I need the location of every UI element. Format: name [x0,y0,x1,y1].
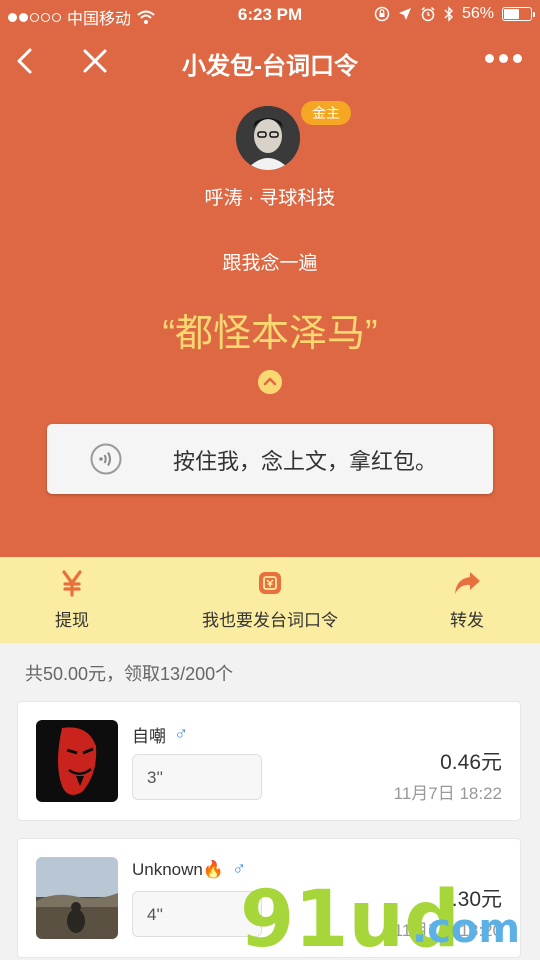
bluetooth-icon [444,6,453,22]
location-icon [398,8,411,20]
hold-to-speak-button[interactable]: 按住我，念上文，拿红包。 [47,424,493,494]
share-label: 转发 [450,611,484,630]
voice-length: 3'' [147,768,163,787]
voice-icon [90,443,122,475]
screen: 中国移动 6:23 PM 56% 小发包-台词口令 金主 呼涛 · 寻球科技 跟… [0,0,540,960]
battery-icon [502,7,535,21]
chevron-up-icon[interactable] [258,370,282,394]
battery-percent: 56% [461,5,494,22]
voice-length: 4'' [147,905,163,924]
male-icon: ♂ [174,723,189,745]
instruction-text: 跟我念一遍 [222,253,318,274]
red-packet-icon [259,572,281,594]
author-name: 呼涛 · 寻球科技 [204,188,336,209]
summary-text: 共50.00元，领取13/200个 [25,664,234,684]
passphrase-text: “都怪本泽马” [162,313,378,355]
watermark-logo: 91ud .com [240,880,540,960]
withdraw-label: 提现 [55,611,89,630]
status-bar: 中国移动 6:23 PM 56% [0,0,540,30]
yen-icon [62,570,82,597]
author-avatar[interactable] [236,106,300,170]
user-name-text: Unknown🔥 [132,860,225,879]
alarm-icon [421,6,435,22]
nav-bar: 小发包-台词口令 [0,36,540,86]
watermark-suffix: .com [412,906,521,952]
user-name: 自嘲 ♂ [132,722,188,747]
header-area: 中国移动 6:23 PM 56% 小发包-台词口令 金主 呼涛 · 寻球科技 跟… [0,0,540,557]
claim-record: 自嘲 ♂ 3'' 0.46元 11月7日 18:22 [17,701,521,821]
withdraw-button[interactable]: 提现 [22,557,122,643]
user-avatar[interactable] [36,857,118,939]
amount-text: 0.46元 [440,751,502,774]
more-icon[interactable] [485,54,522,63]
share-arrow-icon [455,572,480,594]
share-button[interactable]: 转发 [417,557,517,643]
voice-message-button[interactable]: 3'' [132,754,262,800]
battery-level [504,9,519,19]
user-name: Unknown🔥 ♂ [132,859,246,881]
user-avatar[interactable] [36,720,118,802]
status-right: 56% [374,5,535,23]
orientation-lock-icon [374,6,390,22]
page-title: 小发包-台词口令 [182,53,358,80]
send-red-packet-label: 我也要发台词口令 [202,611,338,630]
badge-label: 金主 [301,101,351,125]
action-bar: 提现 我也要发台词口令 转发 [0,557,540,643]
user-name-text: 自嘲 [132,727,166,746]
send-red-packet-button[interactable]: 我也要发台词口令 [190,557,350,643]
time-text: 11月7日 18:22 [393,784,502,803]
hold-to-speak-label: 按住我，念上文，拿红包。 [173,449,438,474]
